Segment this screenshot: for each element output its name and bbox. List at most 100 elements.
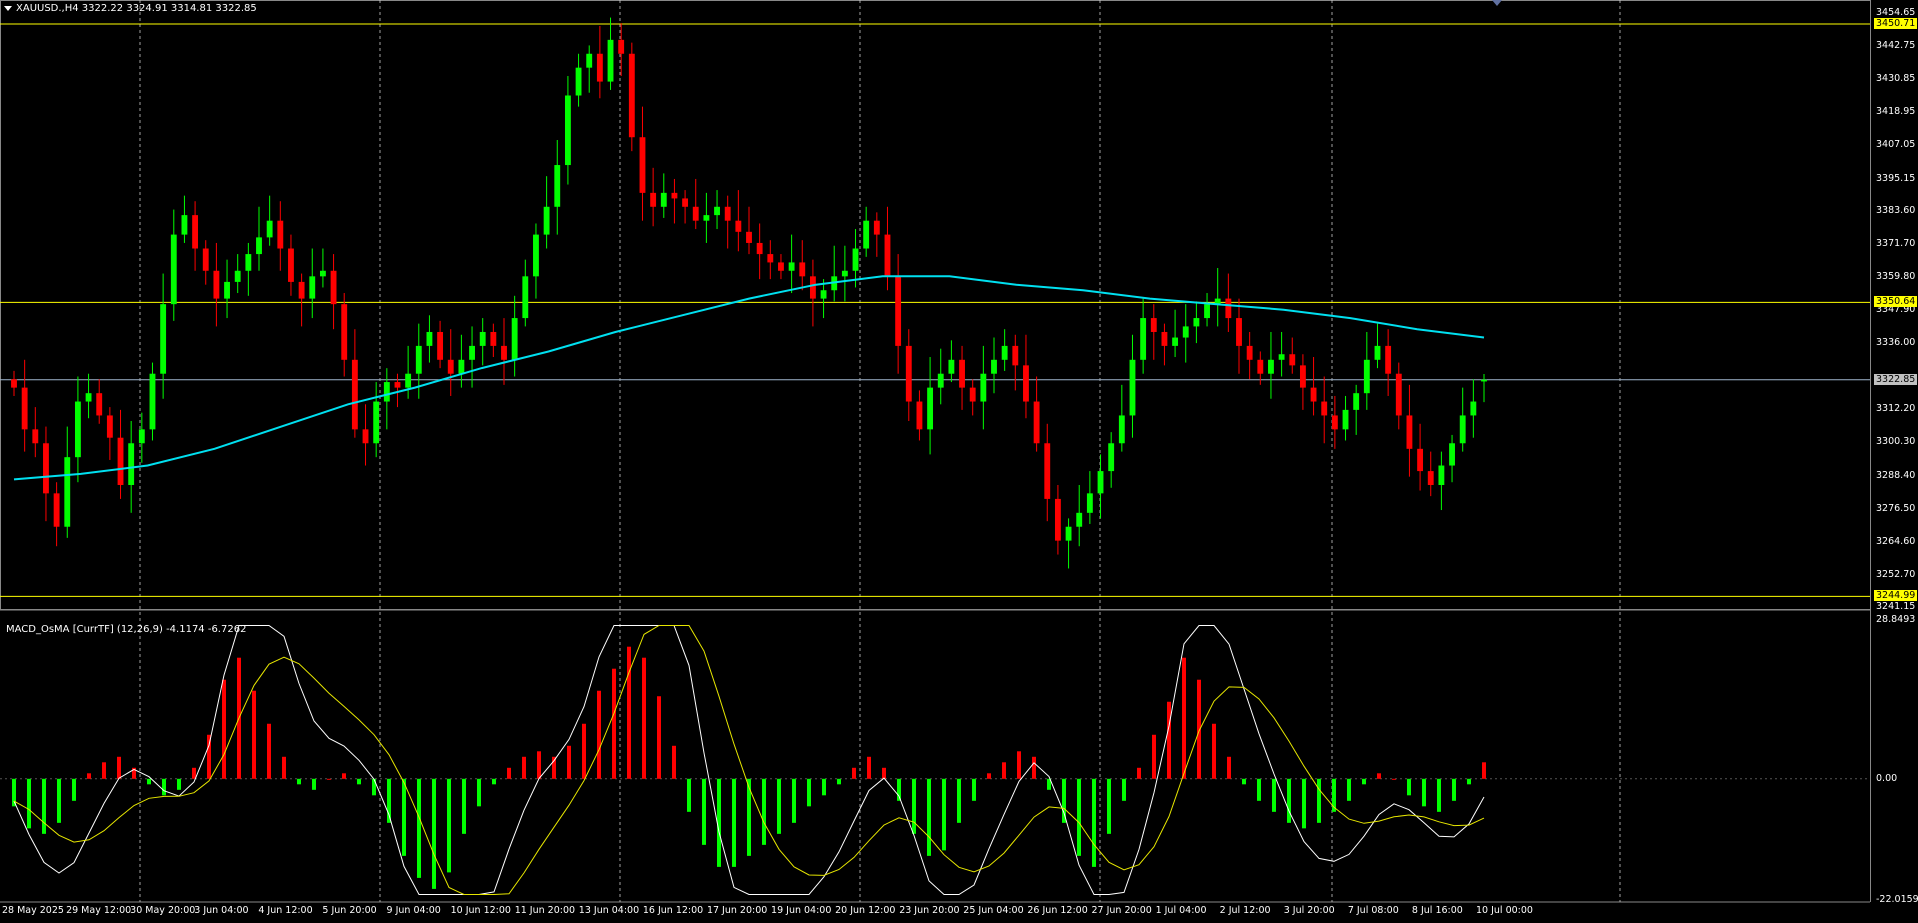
indicator-tick-label: -22.0159 [1876, 894, 1918, 905]
candle-body [1449, 443, 1455, 466]
candle-body [394, 382, 401, 388]
candle-body [937, 373, 944, 388]
osma-bar [597, 690, 601, 779]
osma-bar [657, 696, 661, 779]
candle-body [245, 254, 252, 271]
osma-bar [207, 734, 211, 779]
osma-bar [1122, 778, 1126, 801]
candle-body [1182, 326, 1189, 338]
osma-bar [897, 778, 901, 801]
candle-body [213, 270, 220, 299]
osma-bar [147, 778, 151, 785]
candle-body [202, 248, 209, 271]
candle-body [341, 304, 348, 360]
candle-body [586, 53, 593, 68]
candle-body [501, 345, 507, 360]
time-tick-label: 29 May 12:00 [66, 905, 132, 916]
candle-body [1278, 354, 1285, 360]
osma-bar [252, 690, 256, 779]
osma-bar [957, 778, 961, 823]
osma-bar [357, 778, 361, 785]
candle-body [554, 165, 561, 207]
time-tick-label: 30 May 20:00 [130, 905, 196, 916]
osma-bar [822, 778, 826, 796]
price-tick-label: 3442.75 [1876, 40, 1916, 52]
osma-bar [477, 778, 481, 807]
time-tick-label: 16 Jun 12:00 [642, 905, 704, 916]
osma-bar [1392, 778, 1396, 780]
candle-body [415, 345, 422, 374]
chart-window[interactable]: XAUUSD.,H4 3322.22 3324.91 3314.81 3322.… [0, 0, 1918, 923]
time-tick-label: 7 Jul 08:00 [1347, 905, 1399, 916]
candle-body [1481, 379, 1487, 382]
candle-body [1023, 365, 1029, 402]
price-tick-label: 3418.95 [1876, 106, 1916, 118]
dropdown-triangle-icon[interactable] [4, 5, 12, 11]
candle-body [511, 318, 518, 360]
candle-body [1246, 345, 1253, 360]
candle-body [1417, 448, 1424, 472]
symbol-header-text: XAUUSD.,H4 3322.22 3324.91 3314.81 3322.… [16, 3, 257, 14]
candle-body [181, 215, 188, 235]
candle-body [458, 359, 465, 374]
osma-bar [1182, 657, 1186, 779]
osma-bar [1032, 756, 1036, 779]
osma-bar [342, 773, 346, 779]
price-chart-svg[interactable] [0, 0, 1918, 923]
osma-bar [57, 778, 61, 823]
candle-body [74, 401, 81, 458]
candle-body [1204, 304, 1210, 319]
symbol-header[interactable]: XAUUSD.,H4 3322.22 3324.91 3314.81 3322.… [4, 3, 257, 14]
time-tick-label: 1 Jul 04:00 [1155, 905, 1207, 916]
osma-bar [522, 756, 526, 779]
candle-body [1363, 359, 1370, 394]
osma-bar [942, 778, 946, 851]
candle-body [809, 276, 816, 299]
osma-bar [1317, 778, 1321, 823]
candle-body [639, 137, 646, 193]
candle-body [724, 206, 731, 221]
candle-body [149, 373, 156, 430]
osma-bar [1347, 778, 1351, 801]
candle-body [1225, 298, 1232, 319]
candle-body [1406, 415, 1413, 449]
candle-body [948, 359, 955, 374]
price-tick-label: 3383.60 [1876, 204, 1916, 216]
osma-bar [702, 778, 706, 845]
osma-bar [402, 778, 406, 856]
osma-bar [1377, 773, 1381, 779]
osma-bar [507, 767, 511, 779]
osma-bar [1167, 701, 1171, 779]
candle-body [490, 331, 497, 346]
osma-bar [1482, 762, 1486, 779]
candle-body [32, 429, 39, 444]
price-tick-label: 3359.80 [1876, 270, 1916, 282]
osma-bar [1437, 778, 1441, 812]
osma-bar [777, 778, 781, 834]
price-level-tag: 3350.64 [1874, 296, 1918, 308]
candle-body [628, 53, 635, 138]
price-tick-label: 3264.60 [1876, 535, 1916, 547]
osma-bar [312, 778, 316, 790]
candle-body [1140, 318, 1147, 360]
candle-body [96, 393, 103, 416]
osma-bar [1077, 778, 1081, 856]
osma-bar [162, 778, 166, 796]
osma-bar [1137, 767, 1141, 779]
osma-bar [27, 778, 31, 829]
osma-bar [672, 745, 676, 779]
candle-body [1289, 354, 1296, 366]
osma-bar [192, 767, 196, 779]
candle-body [1342, 409, 1349, 430]
osma-bar [912, 778, 916, 834]
candle-body [11, 379, 17, 388]
osma-bar [117, 756, 121, 779]
candle-body [128, 443, 135, 486]
indicator-tick-label: 0.00 [1876, 772, 1898, 784]
candle-body [969, 387, 976, 402]
osma-bar [1242, 778, 1246, 785]
candle-body [53, 493, 60, 527]
osma-bar [1212, 723, 1216, 779]
candle-body [447, 359, 454, 374]
price-level-tag: 3244.99 [1874, 590, 1918, 602]
